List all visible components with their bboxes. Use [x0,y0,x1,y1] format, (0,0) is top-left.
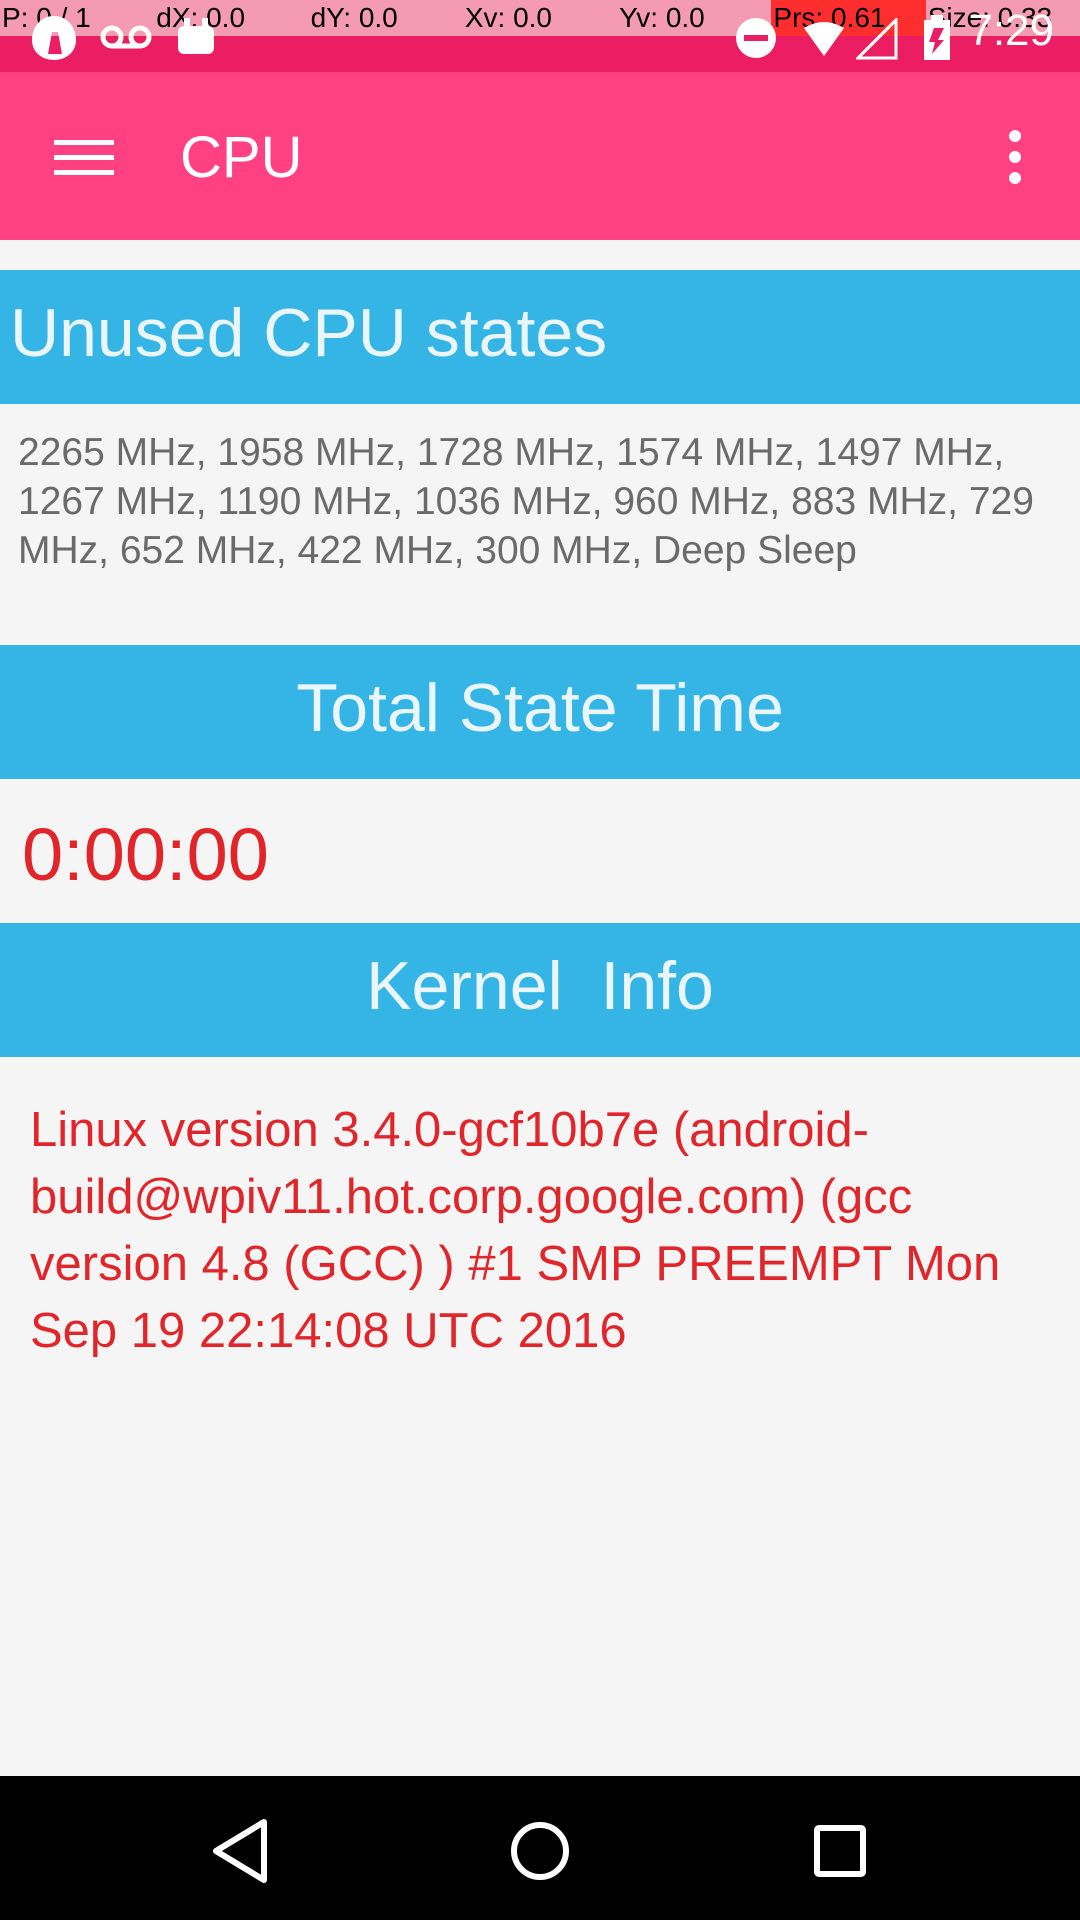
back-icon[interactable] [206,1816,276,1886]
pointer-debug-overlay: P: 0 / 1 dX: 0.0 dY: 0.0 Xv: 0.0 Yv: 0.0… [0,0,1080,36]
voicemail-icon [100,25,152,49]
app-notification-icon [32,16,76,60]
debug-pressure: Prs: 0.61 [771,0,926,36]
page-title: CPU [180,125,303,190]
kernel-info-text: Linux version 3.4.0-gcf10b7e (android-bu… [30,1103,1001,1358]
debug-xv: Xv: 0.0 [464,2,553,33]
section-title-total-state-time: Total State Time [296,670,784,746]
section-header-unused-states: Unused CPU states [0,270,1080,404]
unused-states-list: 2265 MHz, 1958 MHz, 1728 MHz, 1574 MHz, … [18,431,1034,572]
section-header-kernel-info: Kernel Info [0,923,1080,1057]
battery-icon [924,15,950,60]
do-not-disturb-icon [736,18,776,58]
debug-dy: dY: 0.0 [310,2,398,33]
recents-icon[interactable] [805,1816,875,1886]
wifi-icon [804,22,844,56]
hamburger-menu-icon[interactable] [34,122,134,192]
navigation-bar [0,1776,1080,1920]
section-title-unused-states: Unused CPU states [10,295,608,371]
android-icon [178,18,214,54]
app-bar: CPU [0,72,1080,240]
section-title-kernel-info: Kernel Info [366,948,714,1024]
total-state-time-value: 0:00:00 [22,813,269,896]
home-icon[interactable] [505,1816,575,1886]
section-header-total-state-time: Total State Time [0,645,1080,779]
signal-icon [856,18,898,60]
more-vert-icon[interactable] [980,122,1050,192]
status-time: 7:29 [968,6,1054,55]
